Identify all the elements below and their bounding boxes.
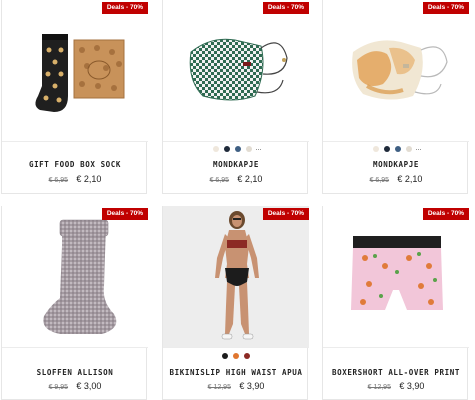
color-swatch[interactable] <box>233 353 239 359</box>
product-card[interactable]: Deals - 70% ... MONDKAPJE € 6,95 € 2,10 <box>322 0 469 194</box>
product-prices: € 6,95 € 2,10 <box>323 174 469 184</box>
knitted-slipper-sock-image <box>43 219 117 334</box>
color-swatch[interactable] <box>373 146 380 152</box>
product-grid: Deals - 70% GIFT FOOD BOX SOCK € 6,95 € … <box>0 0 475 400</box>
sale-price: € 2,10 <box>237 174 263 184</box>
product-card[interactable]: Deals - 70% BOXERSHORT ALL-OVER PRINT € … <box>322 206 469 400</box>
product-image[interactable]: Deals - 70% <box>323 0 469 142</box>
deal-badge: Deals - 70% <box>422 208 469 220</box>
old-price: € 6,95 <box>48 177 69 184</box>
deal-badge: Deals - 70% <box>262 2 309 14</box>
socks-and-box-image <box>35 34 125 112</box>
sale-price: € 2,10 <box>397 174 423 184</box>
product-card[interactable]: Deals - 70% SLOFFEN ALLISON € 9,95 € 3,0… <box>1 206 148 400</box>
old-price: € 12,95 <box>207 384 231 391</box>
color-swatches: ... <box>163 145 309 154</box>
product-title[interactable]: BIKINISLIP HIGH WAIST APUA <box>163 368 309 377</box>
more-colors[interactable]: ... <box>256 145 262 152</box>
product-card[interactable]: Deals - 70% BIKINISLIP HIGH WAIST APUA €… <box>162 206 309 400</box>
color-swatch[interactable] <box>224 146 231 152</box>
color-swatches <box>163 353 309 361</box>
product-image[interactable]: Deals - 70% <box>163 0 309 142</box>
deal-badge: Deals - 70% <box>262 208 309 220</box>
deal-badge: Deals - 70% <box>101 2 148 14</box>
sale-price: € 3,90 <box>239 381 265 391</box>
color-swatch[interactable] <box>244 353 250 359</box>
product-title[interactable]: MONDKAPJE <box>163 160 309 169</box>
product-title[interactable]: BOXERSHORT ALL-OVER PRINT <box>323 368 469 377</box>
product-card[interactable]: Deals - 70% GIFT FOOD BOX SOCK € 6,95 € … <box>1 0 148 194</box>
color-swatch[interactable] <box>246 146 253 152</box>
old-price: € 6,95 <box>369 177 390 184</box>
product-title[interactable]: SLOFFEN ALLISON <box>2 368 148 377</box>
sale-price: € 2,10 <box>76 174 102 184</box>
product-prices: € 6,95 € 2,10 <box>2 174 148 184</box>
product-prices: € 6,95 € 2,10 <box>163 174 309 184</box>
product-image[interactable]: Deals - 70% <box>2 0 148 142</box>
sale-price: € 3,90 <box>399 381 425 391</box>
product-title[interactable]: MONDKAPJE <box>323 160 469 169</box>
color-swatch[interactable] <box>235 146 242 152</box>
tie-dye-face-mask-image <box>352 40 448 100</box>
deal-badge: Deals - 70% <box>101 208 148 220</box>
model-bikini-image <box>163 206 309 347</box>
product-image[interactable]: Deals - 70% <box>323 206 469 348</box>
checkered-face-mask-image <box>189 38 288 101</box>
color-swatch[interactable] <box>222 353 228 359</box>
product-prices: € 12,95 € 3,90 <box>163 381 309 391</box>
color-swatch[interactable] <box>213 146 220 152</box>
sale-price: € 3,00 <box>76 381 102 391</box>
product-prices: € 12,95 € 3,90 <box>323 381 469 391</box>
product-title[interactable]: GIFT FOOD BOX SOCK <box>2 160 148 169</box>
color-swatch[interactable] <box>406 146 413 152</box>
product-prices: € 9,95 € 3,00 <box>2 381 148 391</box>
more-colors[interactable]: ... <box>416 145 422 152</box>
old-price: € 9,95 <box>48 384 69 391</box>
old-price: € 12,95 <box>367 384 391 391</box>
color-swatch[interactable] <box>395 146 402 152</box>
color-swatch[interactable] <box>384 146 391 152</box>
deal-badge: Deals - 70% <box>422 2 469 14</box>
old-price: € 6,95 <box>209 177 230 184</box>
product-card[interactable]: Deals - 70% ... MONDKAPJE € 6,95 € 2,10 <box>162 0 309 194</box>
color-swatches: ... <box>323 145 469 154</box>
printed-boxershort-image <box>351 236 443 310</box>
product-image[interactable]: Deals - 70% <box>163 206 309 348</box>
product-image[interactable]: Deals - 70% <box>2 206 148 348</box>
